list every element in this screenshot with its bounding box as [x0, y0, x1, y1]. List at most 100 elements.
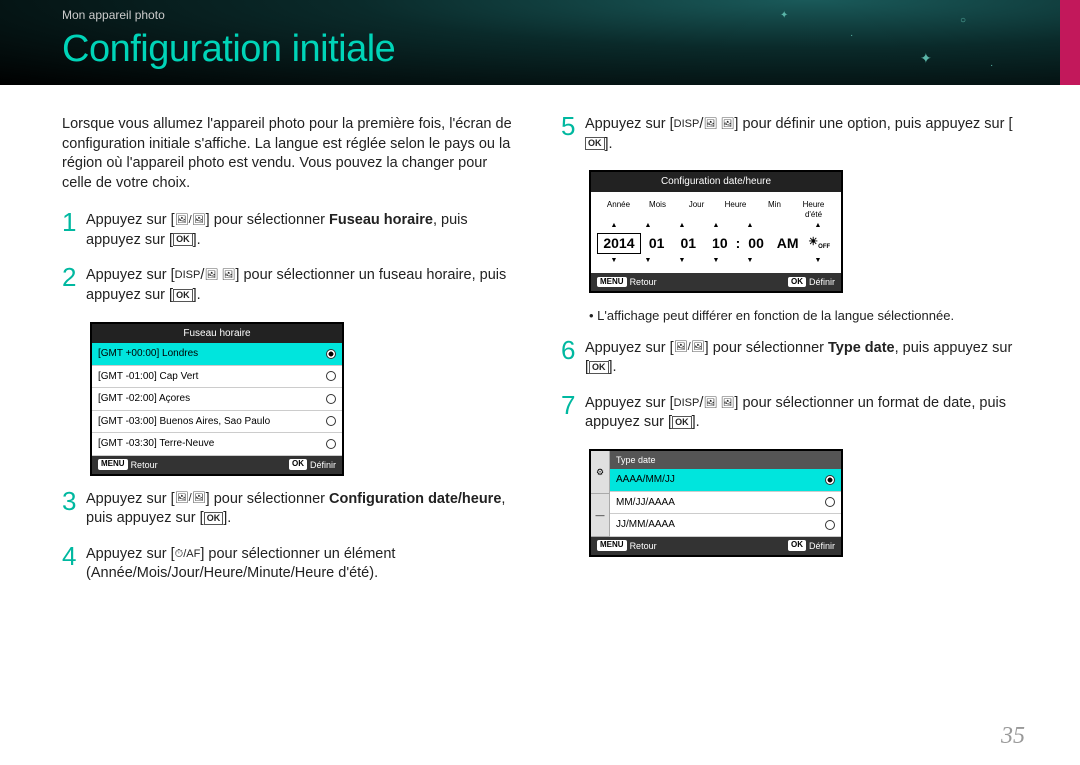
ok-icon: OK [173, 233, 193, 246]
col-label: Année [599, 200, 638, 222]
radio-on-icon [825, 475, 835, 485]
nav-icon: 🖼 🖼 [204, 268, 235, 283]
col-label: Heure d'été [794, 200, 833, 222]
tz-row[interactable]: [GMT -03:30] Terre-Neuve [92, 433, 342, 456]
page-number: 35 [1001, 723, 1025, 750]
ok-define-button[interactable]: OKDéfinir [788, 540, 835, 552]
menu-back-button[interactable]: MENURetour [597, 276, 657, 288]
menu-back-button[interactable]: MENURetour [98, 459, 158, 471]
ok-icon: OK [585, 137, 605, 150]
type-row[interactable]: JJ/MM/AAAA [610, 514, 841, 537]
step-7: 7 Appuyez sur [DISP/🖼 🖼] pour sélectionn… [561, 394, 1020, 433]
gear-icon[interactable]: ⚙ [591, 451, 609, 494]
timezone-screen: Fuseau horaire [GMT +00:00] Londres [GMT… [90, 322, 344, 476]
step-number: 5 [561, 113, 585, 139]
left-column: Lorsque vous allumez l'appareil photo po… [62, 115, 521, 600]
radio-icon [825, 520, 835, 530]
dst-icon[interactable]: ☀OFF [803, 235, 835, 251]
nav-icon: 🖼/🖼 [175, 213, 206, 228]
disp-icon: DISP [674, 396, 700, 411]
text: Appuyez sur [ [585, 116, 674, 132]
radio-icon [326, 416, 336, 426]
text: ] pour sélectionner [206, 212, 329, 228]
radio-icon [825, 497, 835, 507]
type-row[interactable]: MM/JJ/AAAA [610, 492, 841, 515]
screen-title: Fuseau horaire [92, 324, 342, 344]
bold-text: Type date [828, 340, 895, 356]
ok-define-button[interactable]: OKDéfinir [788, 276, 835, 288]
radio-icon [326, 439, 336, 449]
breadcrumb: Mon appareil photo [62, 8, 165, 22]
hour-value[interactable]: 10 [704, 234, 736, 253]
tz-row[interactable]: [GMT -01:00] Cap Vert [92, 366, 342, 389]
step-number: 1 [62, 209, 86, 235]
nav-icon: 🖼/🖼 [175, 491, 206, 506]
text: ]. [692, 414, 700, 430]
radio-icon [326, 371, 336, 381]
step-6: 6 Appuyez sur [🖼/🖼] pour sélectionner Ty… [561, 339, 1020, 378]
step-number: 3 [62, 488, 86, 514]
bold-text: Configuration date/heure [329, 491, 501, 507]
day-value[interactable]: 01 [672, 234, 704, 253]
col-label: Mois [638, 200, 677, 222]
step-3: 3 Appuyez sur [🖼/🖼] pour sélectionner Co… [62, 490, 521, 529]
step-number: 4 [62, 543, 86, 569]
radio-icon [326, 394, 336, 404]
month-value[interactable]: 01 [641, 234, 673, 253]
radio-on-icon [326, 349, 336, 359]
text: Appuyez sur [ [585, 395, 674, 411]
tz-row[interactable]: [GMT -03:00] Buenos Aires, Sao Paulo [92, 411, 342, 434]
step-number: 6 [561, 337, 585, 363]
up-arrows[interactable]: ▲▲▲▲▲▲ [597, 221, 835, 230]
col-label: Heure [716, 200, 755, 222]
col-label: Jour [677, 200, 716, 222]
step-5: 5 Appuyez sur [DISP/🖼 🖼] pour définir un… [561, 115, 1020, 154]
year-value[interactable]: 2014 [597, 233, 641, 254]
text: ]. [193, 232, 201, 248]
disp-icon: DISP [175, 268, 201, 283]
ok-icon: OK [173, 289, 193, 302]
ok-icon: OK [672, 416, 692, 429]
tab-icon[interactable]: — [591, 494, 609, 537]
down-arrows[interactable]: ▼▼▼▼▼▼ [597, 256, 835, 265]
step-4: 4 Appuyez sur [⏱/AF] pour sélectionner u… [62, 545, 521, 584]
side-tabs[interactable]: ⚙ — [591, 451, 610, 537]
text: ] pour sélectionner [705, 340, 828, 356]
bold-text: Fuseau horaire [329, 212, 433, 228]
screen-title: Configuration date/heure [591, 172, 841, 192]
section-tab [1060, 0, 1080, 85]
tz-row[interactable]: [GMT -02:00] Açores [92, 388, 342, 411]
step-number: 7 [561, 392, 585, 418]
text: ]. [609, 359, 617, 375]
text: ]. [605, 136, 613, 152]
date-time-screen: Configuration date/heure Année Mois Jour… [589, 170, 843, 293]
ampm-value[interactable]: AM [772, 234, 804, 253]
ok-define-button[interactable]: OKDéfinir [289, 459, 336, 471]
screen-title: Type date [610, 451, 841, 469]
type-row-selected[interactable]: AAAA/MM/JJ [610, 469, 841, 492]
tz-row-selected[interactable]: [GMT +00:00] Londres [92, 343, 342, 366]
text: Appuyez sur [ [86, 491, 175, 507]
step-2: 2 Appuyez sur [DISP/🖼 🖼] pour sélectionn… [62, 266, 521, 305]
step-number: 2 [62, 264, 86, 290]
step-1: 1 Appuyez sur [🖼/🖼] pour sélectionner Fu… [62, 211, 521, 250]
menu-back-button[interactable]: MENURetour [597, 540, 657, 552]
text: Appuyez sur [ [86, 267, 175, 283]
min-value[interactable]: 00 [740, 234, 772, 253]
text: ]. [193, 287, 201, 303]
text: Appuyez sur [ [585, 340, 674, 356]
text: Appuyez sur [ [86, 212, 175, 228]
text: ] pour définir une option, puis appuyez … [734, 116, 1012, 132]
nav-icon: 🖼 🖼 [703, 117, 734, 132]
nav-icon: 🖼 🖼 [703, 396, 734, 411]
nav-icon: 🖼/🖼 [674, 340, 705, 355]
disp-icon: DISP [674, 117, 700, 132]
col-label: Min [755, 200, 794, 222]
type-date-screen: ⚙ — Type date AAAA/MM/JJ MM/JJ/AAAA JJ/M… [589, 449, 843, 557]
intro-text: Lorsque vous allumez l'appareil photo po… [62, 115, 521, 193]
ok-icon: OK [204, 512, 224, 525]
text: ]. [223, 510, 231, 526]
text: Appuyez sur [ [86, 546, 175, 562]
right-column: 5 Appuyez sur [DISP/🖼 🖼] pour définir un… [561, 115, 1020, 600]
text: ] pour sélectionner [206, 491, 329, 507]
